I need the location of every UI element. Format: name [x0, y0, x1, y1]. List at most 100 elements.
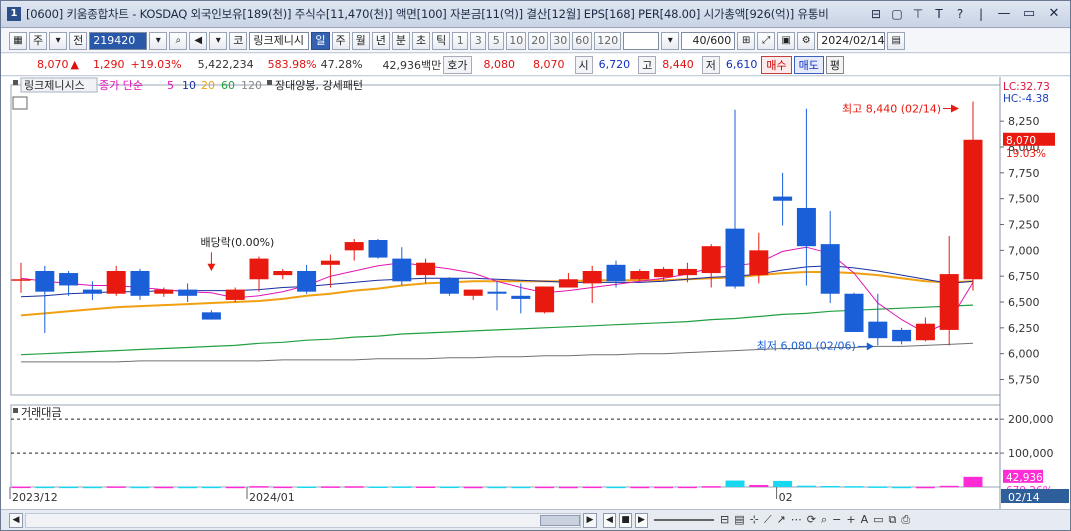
play-icon[interactable]: ▶	[635, 512, 648, 528]
zoom-icon[interactable]: ⌕	[821, 513, 827, 527]
line-icon[interactable]: ⟋	[764, 513, 772, 527]
volume-bar	[439, 486, 459, 489]
candle-body	[963, 139, 983, 280]
candle-body	[297, 271, 317, 292]
legend-ma10: 10	[182, 79, 196, 92]
tab-period-tick[interactable]: 틱	[432, 31, 451, 50]
speaker-icon[interactable]: ◀	[189, 31, 208, 50]
candle-body	[511, 295, 531, 299]
tab-period-minute[interactable]: 분	[391, 31, 410, 50]
stock-name-field[interactable]: 링크제니시	[249, 31, 310, 50]
open-price: 6,720	[598, 58, 631, 71]
interval-button[interactable]: 60	[572, 31, 593, 50]
arrow-tool-icon[interactable]: ↗	[777, 513, 786, 527]
period-unit-select[interactable]: 주	[29, 31, 48, 50]
candle-body	[487, 291, 507, 294]
code-dropdown-icon[interactable]: ▾	[149, 31, 168, 50]
sell-button[interactable]: 매도	[793, 55, 824, 74]
price-tick-label: 6,750	[1008, 270, 1040, 283]
change-arrow-icon: ▲	[70, 58, 79, 71]
volume-bar	[511, 486, 531, 489]
volume-bar	[368, 486, 388, 488]
market-button[interactable]: 코	[229, 31, 248, 50]
candle-body	[725, 228, 745, 287]
calendar-icon[interactable]: ▤	[887, 31, 906, 50]
scrollbar[interactable]	[25, 512, 581, 528]
help-icon[interactable]: ?	[952, 6, 968, 22]
window-icon[interactable]: ▭	[873, 513, 883, 527]
volume-bar	[701, 486, 721, 488]
indicator-icon[interactable]: ⊞	[737, 31, 756, 50]
stock-code-input[interactable]: 219420	[89, 31, 148, 50]
chevron-down-icon[interactable]: ▾	[209, 31, 228, 50]
high-annotation: 최고 8,440 (02/14)	[842, 103, 941, 116]
compare-icon[interactable]: ⊟	[720, 513, 729, 527]
zoom-slider[interactable]	[654, 519, 714, 521]
fibo-icon[interactable]: ⋯	[791, 513, 802, 527]
tab-period-day[interactable]: 일	[311, 31, 330, 50]
minus-icon[interactable]: −	[832, 513, 841, 527]
interval-button[interactable]: 20	[528, 31, 549, 50]
gear-icon[interactable]: ⚙	[797, 31, 816, 50]
candle-body	[368, 240, 388, 258]
text-icon[interactable]: A	[861, 513, 869, 527]
candlestick-chart[interactable]: 링크제니시스 종가 단순 5 10 20 60 120 장대양봉, 강세패턴8,2508,00…	[1, 77, 1070, 509]
save-icon[interactable]: ▣	[777, 31, 796, 50]
tab-period-second[interactable]: 초	[412, 31, 431, 50]
legend-stock-name: 링크제니시스	[24, 79, 85, 92]
volume-bar	[82, 486, 102, 489]
layout-icon[interactable]: ▢	[889, 6, 905, 22]
grid-icon[interactable]: ▦	[9, 31, 27, 50]
crosshair-icon[interactable]: ⊹	[750, 513, 759, 527]
custom-interval-input[interactable]	[623, 31, 660, 50]
pin-icon[interactable]: ⊤	[910, 6, 926, 22]
interval-button[interactable]: 5	[488, 31, 505, 50]
title-bar: 1 [0600] 키움종합차트 - KOSDAQ 외국인보유[189(천)] 주…	[1, 1, 1070, 28]
stop-icon[interactable]: ■	[619, 512, 632, 528]
volume-bar	[844, 486, 864, 488]
last-volume-label: 42,936	[1006, 472, 1043, 484]
chart-area[interactable]: 링크제니시스 종가 단순 5 10 20 60 120 장대양봉, 강세패턴 8,250 8,00…	[1, 77, 1070, 509]
volume-bar	[392, 486, 412, 488]
scroll-right-button[interactable]: ▶	[583, 512, 597, 528]
scroll-left-button[interactable]: ◀	[9, 512, 23, 528]
copy-icon[interactable]: ⧉	[889, 513, 897, 527]
tab-period-year[interactable]: 년	[371, 31, 390, 50]
print-icon[interactable]: ⎙	[901, 513, 910, 527]
buy-button[interactable]: 매수	[761, 55, 792, 74]
high-label: 고	[638, 55, 657, 74]
volume-bar	[582, 486, 602, 489]
chevron-down-icon[interactable]: ▾	[49, 31, 68, 50]
table-icon[interactable]: ▤	[734, 513, 744, 527]
last-pct-label: 19.03%	[1006, 148, 1046, 160]
interval-button[interactable]: 120	[594, 31, 622, 50]
scroll-thumb[interactable]	[540, 514, 580, 526]
play-back-icon[interactable]: ◀	[603, 512, 616, 528]
range-select[interactable]: 전	[69, 31, 88, 50]
volume-bar	[297, 486, 317, 489]
interval-button[interactable]: 30	[550, 31, 571, 50]
bar-count-input[interactable]: 40/600	[681, 31, 736, 50]
tab-period-week[interactable]: 주	[331, 31, 350, 50]
plus-icon[interactable]: +	[846, 513, 855, 527]
close-icon[interactable]: ✕	[1044, 6, 1064, 22]
volume-bar	[677, 486, 697, 489]
date-input[interactable]: 2024/02/14	[817, 31, 886, 50]
restore-icon[interactable]: ▭	[1019, 6, 1039, 22]
candle-body	[892, 329, 912, 342]
draw-tool-icon[interactable]: ⤢	[757, 31, 776, 50]
candle-body	[11, 279, 31, 281]
interval-button[interactable]: 10	[506, 31, 527, 50]
volume-panel	[10, 404, 1001, 488]
cycle-icon[interactable]: ⟳	[807, 513, 816, 527]
font-icon[interactable]: T	[931, 6, 947, 22]
link-icon[interactable]: ⊟	[868, 6, 884, 22]
chevron-down-icon[interactable]: ▾	[661, 31, 680, 50]
interval-button[interactable]: 3	[470, 31, 487, 50]
volume-bar	[178, 486, 198, 489]
average-button[interactable]: 평	[825, 55, 845, 74]
tab-period-month[interactable]: 월	[351, 31, 370, 50]
search-icon[interactable]: ⌕	[169, 31, 188, 50]
minimize-icon[interactable]: —	[994, 6, 1014, 22]
interval-button[interactable]: 1	[452, 31, 469, 50]
